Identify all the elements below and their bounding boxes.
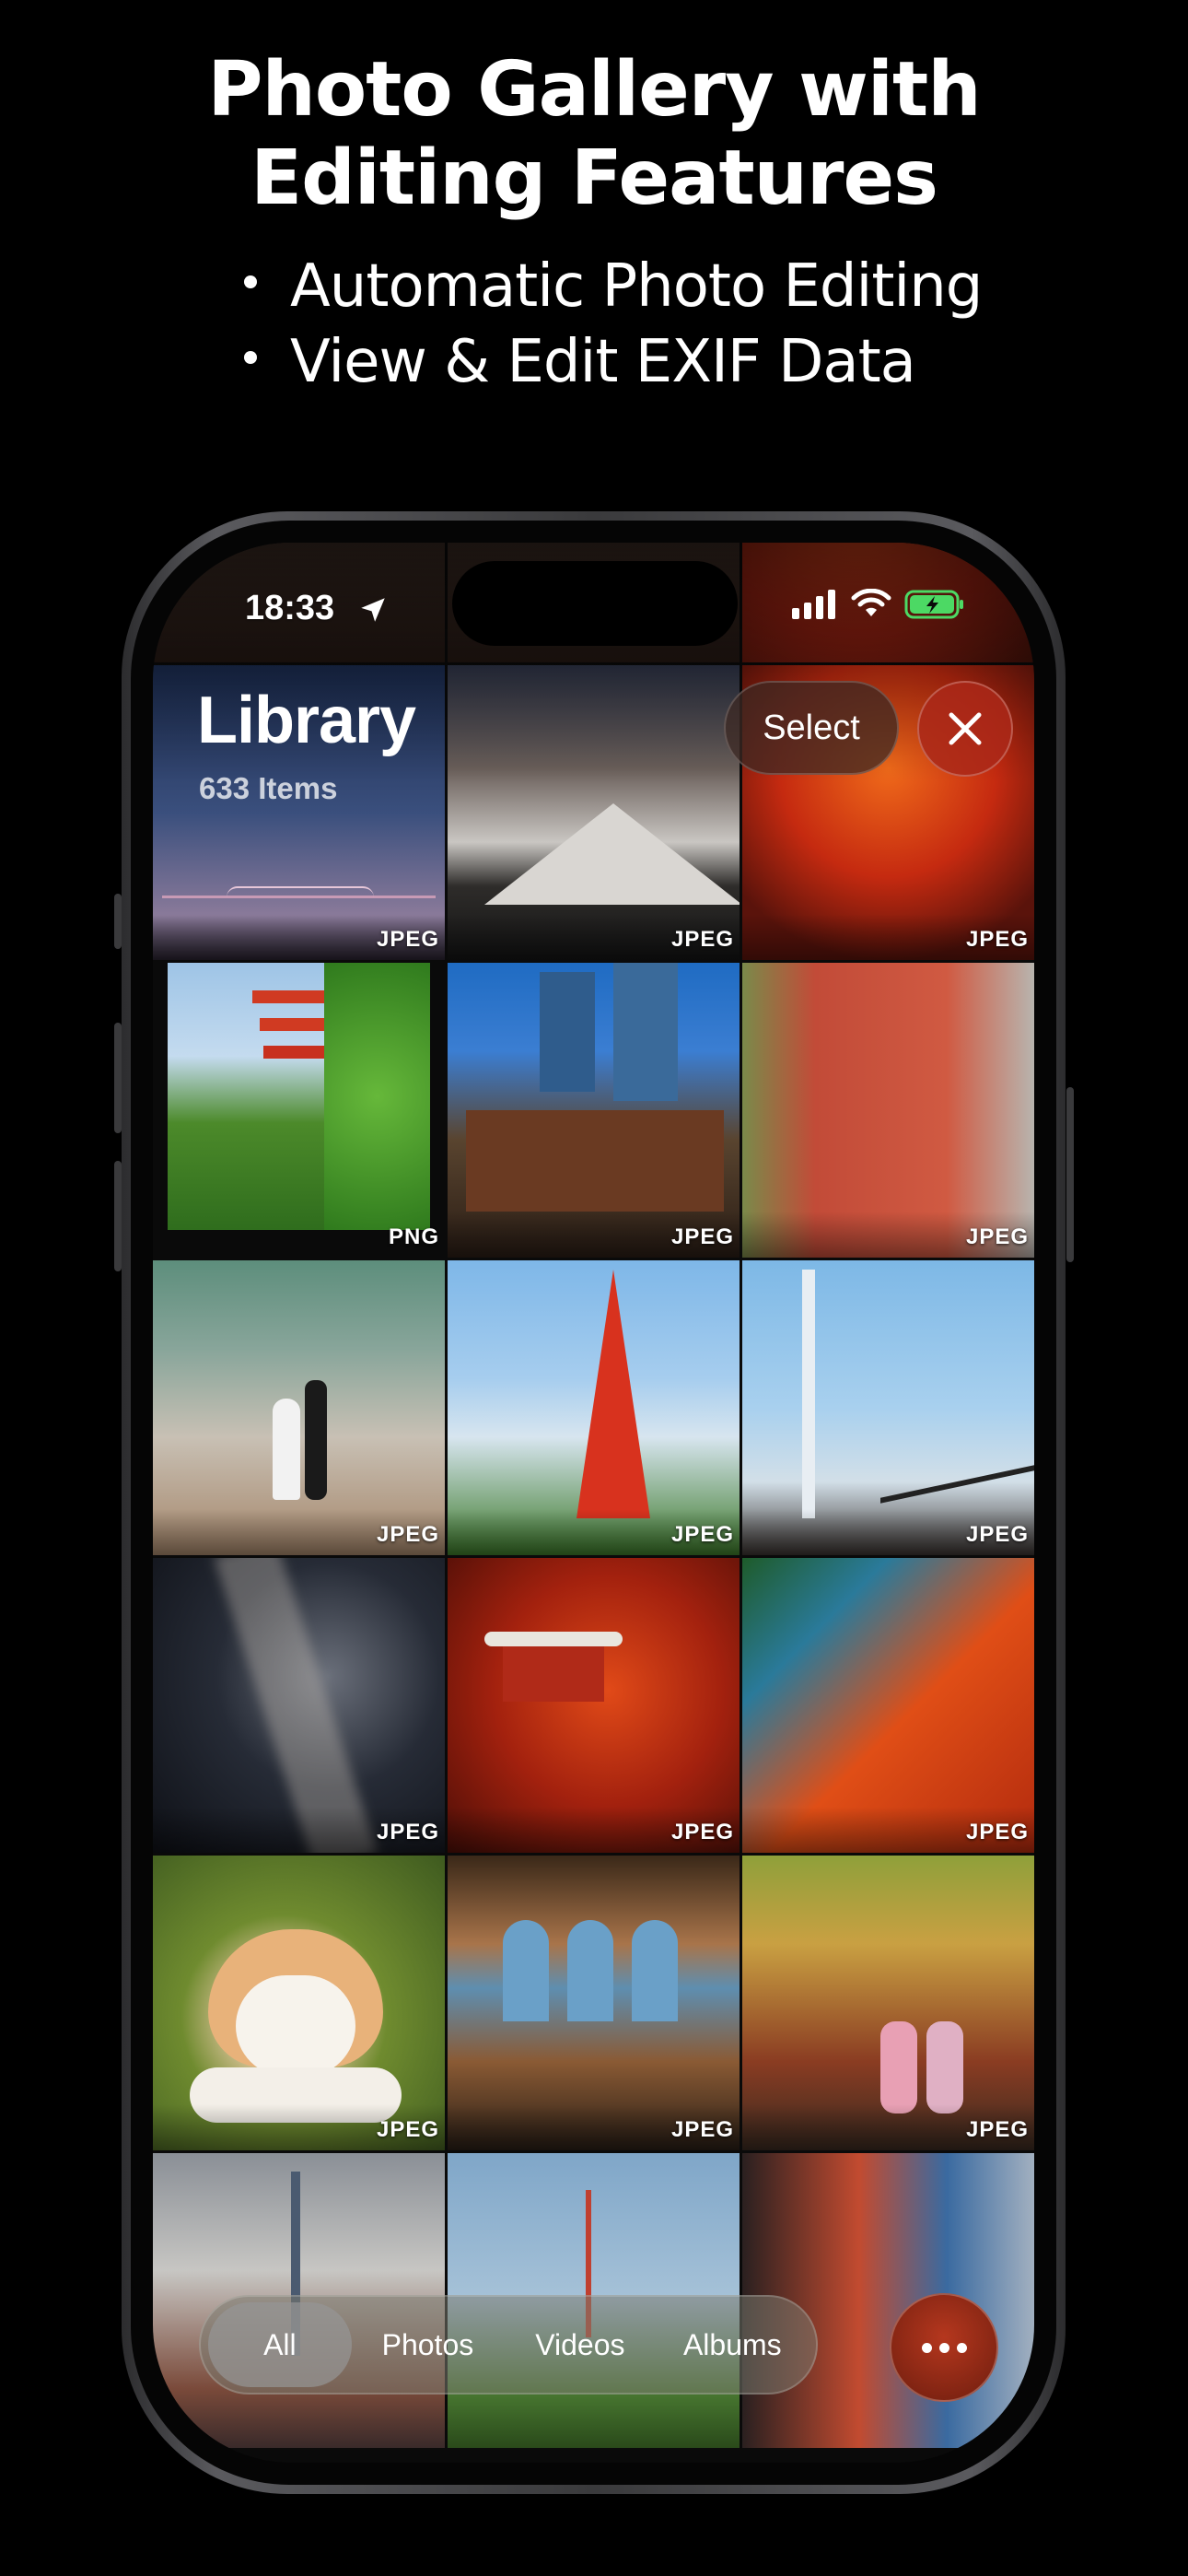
phone-frame: JPEG JPEG JPEG PNG JPEG JPEG JPEG JPEG J…	[122, 511, 1066, 2494]
photo-grid[interactable]: JPEG JPEG JPEG PNG JPEG JPEG JPEG JPEG J…	[153, 543, 1034, 2448]
photo-tile[interactable]: JPEG	[448, 1260, 740, 1555]
photo-tile[interactable]: JPEG	[153, 1558, 445, 1853]
phone-bezel: JPEG JPEG JPEG PNG JPEG JPEG JPEG JPEG J…	[131, 521, 1056, 2485]
bullet-dot-icon	[244, 351, 257, 364]
photo-tile[interactable]: JPEG	[742, 1558, 1034, 1853]
feature-item: Automatic Photo Editing	[244, 249, 1073, 324]
photo-tile[interactable]: JPEG	[742, 1260, 1034, 1555]
format-label: JPEG	[670, 1522, 734, 1547]
volume-down-button	[114, 1161, 122, 1271]
more-dot-icon	[956, 2342, 967, 2353]
promo-header: Photo Gallery with Editing Features Auto…	[0, 0, 1188, 479]
promo-title-line-2: Editing Features	[250, 135, 938, 222]
format-label: JPEG	[965, 1820, 1029, 1844]
format-label: JPEG	[965, 1224, 1029, 1249]
tab-all[interactable]: All	[208, 2302, 352, 2387]
status-time: 18:33	[245, 589, 335, 627]
format-label: JPEG	[376, 1522, 439, 1547]
photo-tile[interactable]: PNG	[153, 963, 445, 1258]
close-icon	[949, 712, 982, 745]
tab-albums[interactable]: Albums	[657, 2302, 809, 2387]
photo-tile[interactable]: JPEG	[153, 1260, 445, 1555]
location-arrow-icon	[361, 598, 385, 622]
cellular-signal-icon	[792, 590, 835, 619]
feature-label: Automatic Photo Editing	[290, 252, 983, 321]
format-label: JPEG	[376, 1820, 439, 1844]
dynamic-island	[452, 561, 738, 646]
battery-charging-icon	[904, 590, 963, 619]
status-indicators	[792, 589, 965, 620]
page-title: Library	[197, 684, 416, 757]
format-label: JPEG	[376, 2117, 439, 2142]
feature-list: Automatic Photo Editing View & Edit EXIF…	[244, 249, 1073, 400]
photo-tile[interactable]: JPEG	[448, 963, 740, 1258]
feature-label: View & Edit EXIF Data	[290, 328, 916, 396]
app-screen: JPEG JPEG JPEG PNG JPEG JPEG JPEG JPEG J…	[153, 543, 1034, 2463]
photo-tile[interactable]: JPEG	[153, 1856, 445, 2150]
format-label: JPEG	[670, 2117, 734, 2142]
bullet-dot-icon	[244, 275, 257, 288]
photo-tile[interactable]: JPEG	[448, 1558, 740, 1853]
more-options-button[interactable]	[890, 2293, 998, 2402]
action-button	[114, 894, 122, 949]
volume-up-button	[114, 1023, 122, 1133]
more-dot-icon	[938, 2342, 949, 2353]
feature-item: View & Edit EXIF Data	[244, 324, 1073, 400]
format-label: JPEG	[670, 1820, 734, 1844]
format-label: JPEG	[376, 927, 439, 952]
filter-tab-bar: All Photos Videos Albums	[199, 2295, 818, 2395]
tab-photos[interactable]: Photos	[352, 2302, 504, 2387]
item-count: 633 Items	[199, 771, 338, 805]
select-button[interactable]: Select	[724, 681, 899, 775]
format-label: PNG	[388, 1224, 439, 1249]
format-label: JPEG	[670, 927, 734, 952]
photo-tile[interactable]: JPEG	[742, 963, 1034, 1258]
format-label: JPEG	[965, 1522, 1029, 1547]
format-label: JPEG	[670, 1224, 734, 1249]
power-button	[1066, 1087, 1074, 1262]
photo-tile[interactable]: JPEG	[742, 1856, 1034, 2150]
format-label: JPEG	[965, 2117, 1029, 2142]
format-label: JPEG	[965, 927, 1029, 952]
promo-title: Photo Gallery with Editing Features	[0, 46, 1188, 223]
promo-title-line-1: Photo Gallery with	[207, 46, 981, 134]
more-dot-icon	[921, 2342, 932, 2353]
photo-tile[interactable]: JPEG	[448, 1856, 740, 2150]
tab-videos[interactable]: Videos	[504, 2302, 656, 2387]
wifi-icon	[851, 589, 891, 616]
close-button[interactable]	[917, 681, 1013, 777]
